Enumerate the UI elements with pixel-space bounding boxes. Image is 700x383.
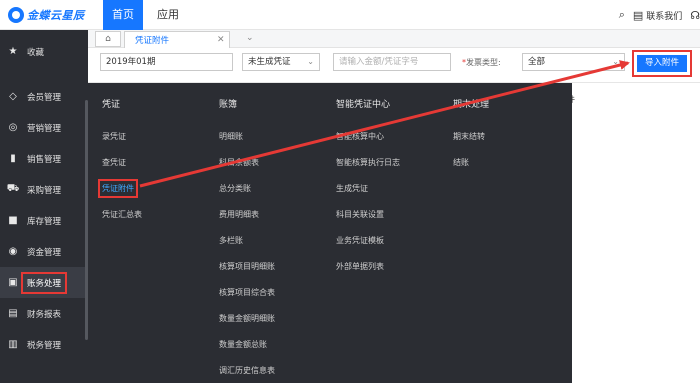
menu-item-smart-log[interactable]: 智能核算执行日志 [336, 157, 400, 168]
period-value: 2019年01期 [106, 57, 156, 67]
cart-icon: ⛟ [6, 183, 20, 194]
sidebar-item-label: 采购管理 [27, 185, 62, 196]
diamond-icon: ◇ [9, 91, 17, 102]
home-icon: ⌂ [105, 34, 111, 44]
search-input[interactable]: 请输入金额/凭证字号 [333, 53, 451, 71]
sidebar-item-financial-reports[interactable]: ▤ 财务报表 [0, 298, 88, 329]
ledger-icon: ▣ [8, 277, 18, 288]
tab-label: 凭证附件 [135, 36, 170, 46]
sidebar-item-sales[interactable]: ▮ 销售管理 [0, 143, 88, 174]
sidebar-item-member[interactable]: ◇ 会员管理 [0, 81, 88, 112]
search-icon[interactable]: ⌕ [619, 8, 625, 22]
search-placeholder: 请输入金额/凭证字号 [339, 57, 419, 67]
tab-voucher-attachment[interactable]: 凭证附件 ✕ [124, 31, 230, 48]
sidebar: ★ 收藏 ◇ 会员管理 ◎ 营销管理 ▮ 销售管理 ⛟ 采购管理 ■ 库存管理 … [0, 30, 88, 383]
sidebar-item-marketing[interactable]: ◎ 营销管理 [0, 112, 88, 143]
sidebar-item-tax[interactable]: ▥ 税务管理 [0, 329, 88, 360]
voucher-status-select[interactable]: 未生成凭证 ⌄ [242, 53, 320, 71]
menu-item-query-voucher[interactable]: 查凭证 [102, 157, 126, 168]
target-icon: ◎ [8, 122, 18, 133]
message-icon: ▤ [632, 8, 644, 22]
top-right-tools: ⌕ ▤ 联系我们 ☊ [619, 8, 700, 22]
menu-item-expense-detail[interactable]: 费用明细表 [219, 209, 259, 220]
bar-chart-icon: ▮ [10, 153, 16, 164]
menu-column-title: 账簿 [219, 100, 238, 110]
menu-item-account-mapping[interactable]: 科目关联设置 [336, 209, 384, 220]
sidebar-item-label: 销售管理 [27, 154, 62, 165]
chevron-down-icon: ⌄ [307, 57, 314, 66]
accounting-mega-menu: 凭证 录凭证 查凭证 凭证附件 凭证汇总表 账簿 明细账 科目余额表 总分类账 … [88, 83, 572, 383]
logo[interactable]: 金蝶云星辰 [8, 7, 85, 23]
menu-item-external-docs[interactable]: 外部单据列表 [336, 261, 384, 272]
sidebar-item-label: 库存管理 [27, 216, 62, 227]
sidebar-item-inventory[interactable]: ■ 库存管理 [0, 205, 88, 236]
sidebar-item-label: 营销管理 [27, 123, 62, 134]
status-value: 未生成凭证 [248, 57, 291, 67]
invoice-type-label-text: 发票类型: [466, 58, 501, 67]
report-icon: ▤ [8, 308, 18, 319]
sidebar-item-label: 资金管理 [27, 247, 62, 258]
nav-app-tab[interactable]: 应用 [148, 0, 188, 30]
menu-item-voucher-summary[interactable]: 凭证汇总表 [102, 209, 142, 220]
sidebar-item-favorites[interactable]: ★ 收藏 [0, 36, 88, 67]
invoice-type-value: 全部 [528, 57, 546, 67]
import-button-highlight: 导入附件 [632, 50, 692, 77]
kingdee-logo-icon [8, 7, 24, 23]
box-icon: ■ [8, 215, 18, 226]
filter-bar: 2019年01期 未生成凭证 ⌄ 请输入金额/凭证字号 *发票类型: 全部 ⌄ … [88, 48, 700, 104]
money-icon: ◉ [8, 246, 18, 257]
import-attachment-button[interactable]: 导入附件 [637, 55, 687, 72]
menu-item-generate-voucher[interactable]: 生成凭证 [336, 183, 368, 194]
menu-item-voucher-attachment[interactable]: 凭证附件 [98, 179, 138, 198]
sidebar-item-label: 税务管理 [27, 340, 62, 351]
tax-icon: ▥ [8, 339, 18, 350]
menu-item-multi-column-ledger[interactable]: 多栏账 [219, 235, 243, 246]
menu-item-record-voucher[interactable]: 录凭证 [102, 131, 126, 142]
sidebar-item-accounting[interactable]: ▣ 账务处理 [0, 267, 88, 298]
chevron-down-icon: ⌄ [612, 57, 619, 66]
chevron-down-icon[interactable]: ⌄ [246, 33, 254, 43]
headset-icon[interactable]: ☊ [690, 9, 700, 22]
logo-text: 金蝶云星辰 [27, 9, 85, 22]
nav-home-tab[interactable]: 首页 [103, 0, 143, 30]
sidebar-item-funds[interactable]: ◉ 资金管理 [0, 236, 88, 267]
invoice-type-label: *发票类型: [462, 58, 501, 67]
sidebar-item-purchase[interactable]: ⛟ 采购管理 [0, 174, 88, 205]
period-select[interactable]: 2019年01期 [100, 53, 233, 71]
menu-item-aux-detail-ledger[interactable]: 核算项目明细账 [219, 261, 275, 272]
content-tabs-bar: ⌂ 凭证附件 ✕ ⌄ [88, 30, 700, 48]
menu-item-detail-ledger[interactable]: 明细账 [219, 131, 243, 142]
menu-item-general-ledger[interactable]: 总分类账 [219, 183, 251, 194]
contact-us-link[interactable]: ▤ 联系我们 [633, 9, 682, 22]
sidebar-item-label: 账务处理 [21, 271, 68, 294]
menu-item-aux-summary[interactable]: 核算项目综合表 [219, 287, 275, 298]
menu-column-title: 期末处理 [453, 100, 490, 110]
sidebar-item-label: 收藏 [27, 47, 45, 58]
menu-item-period-end-transfer[interactable]: 期末结转 [453, 131, 485, 142]
menu-item-qty-amount-detail[interactable]: 数量金额明细账 [219, 313, 275, 324]
star-icon: ★ [8, 46, 18, 57]
contact-us-label: 联系我们 [646, 11, 683, 22]
menu-item-account-balance[interactable]: 科目余额表 [219, 157, 259, 168]
menu-column-title: 智能凭证中心 [336, 100, 391, 110]
menu-item-smart-accounting[interactable]: 智能核算中心 [336, 131, 384, 142]
menu-item-voucher-template[interactable]: 业务凭证模板 [336, 235, 384, 246]
home-tab[interactable]: ⌂ [95, 31, 121, 47]
sidebar-item-label: 会员管理 [27, 92, 62, 103]
menu-item-close-books[interactable]: 结账 [453, 157, 469, 168]
menu-item-fx-history[interactable]: 调汇历史信息表 [219, 365, 275, 376]
invoice-type-select[interactable]: 全部 ⌄ [522, 53, 625, 71]
menu-column-title: 凭证 [102, 100, 121, 110]
sidebar-item-label: 财务报表 [27, 309, 62, 320]
close-icon[interactable]: ✕ [217, 35, 225, 45]
menu-item-qty-amount-ledger[interactable]: 数量金额总账 [219, 339, 267, 350]
top-bar: 金蝶云星辰 首页 应用 ⌕ ▤ 联系我们 ☊ [0, 0, 700, 30]
